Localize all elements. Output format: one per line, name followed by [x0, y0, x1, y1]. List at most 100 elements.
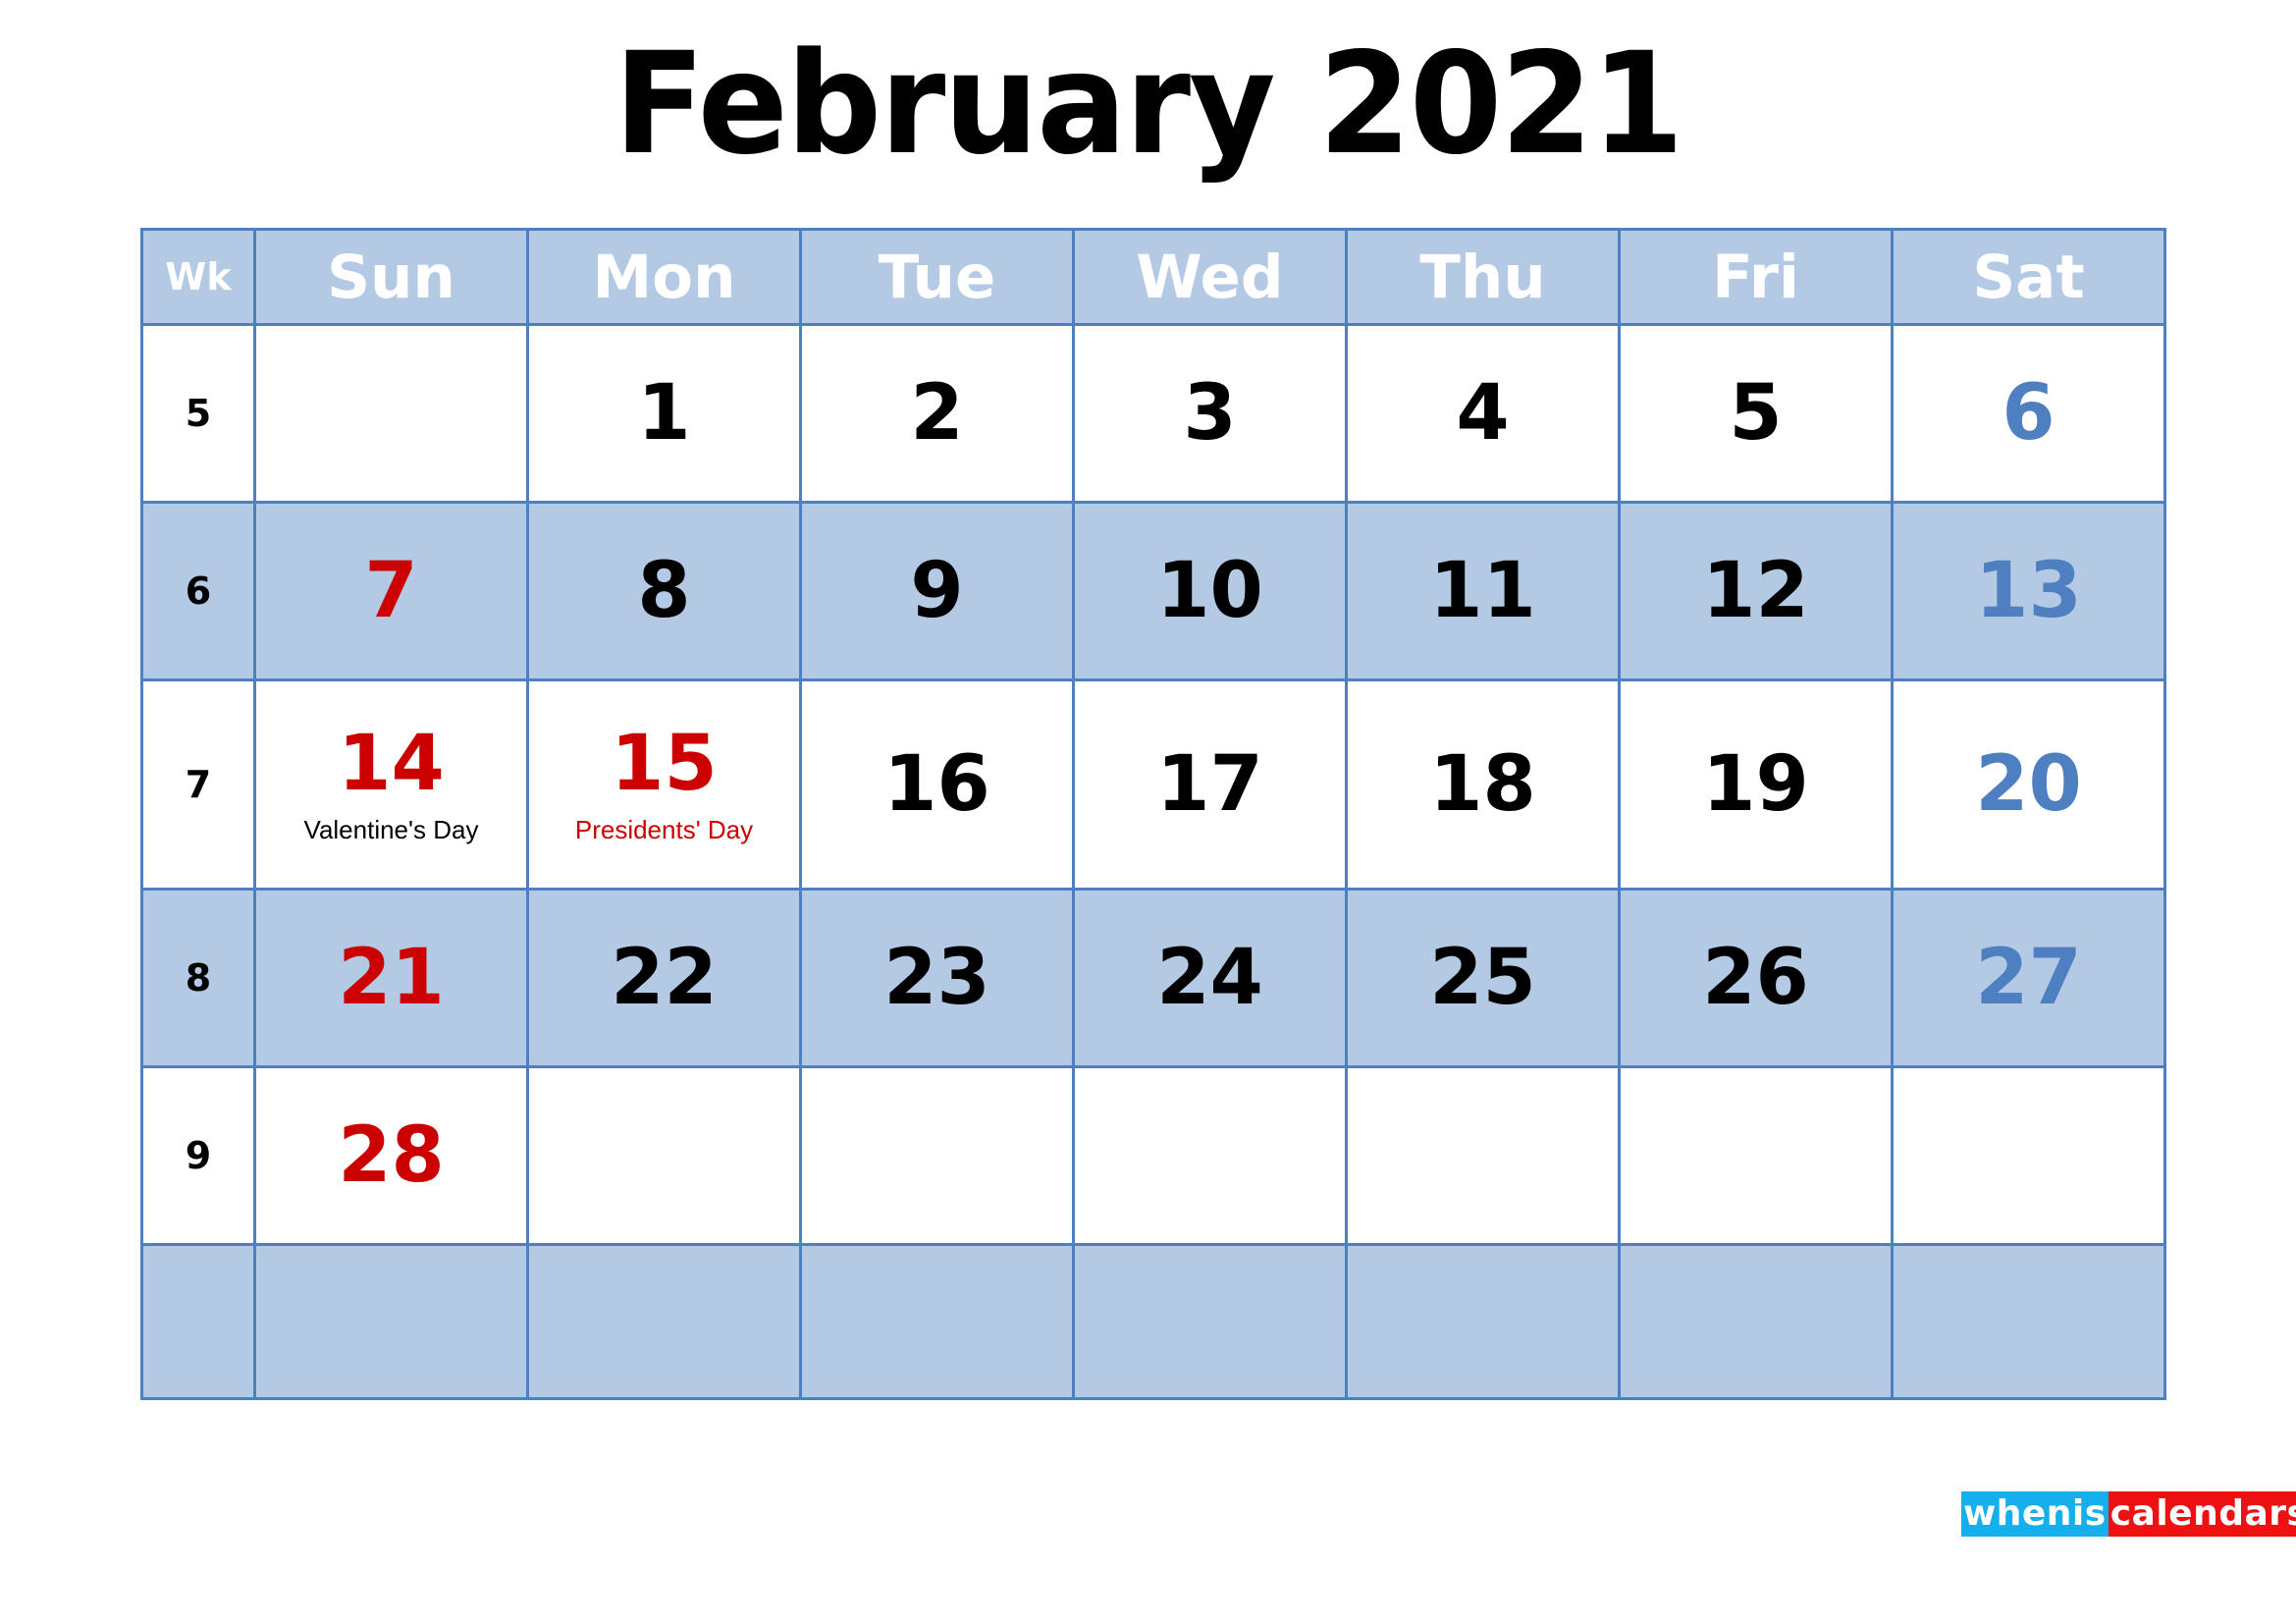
- day-number: 11: [1429, 547, 1536, 635]
- calendar-week-row: 8 21 22 23 24 25 26 27: [140, 888, 2166, 1068]
- day-cell-28[interactable]: 28: [253, 1065, 529, 1246]
- calendar-body: 5 1 2 3 4 5 6 6 7 8 9 10 11 12 13 7 14 Valentine's Day 15 P…: [140, 323, 2166, 1400]
- day-cell-1[interactable]: 1: [526, 323, 802, 504]
- day-number: 1: [637, 369, 691, 458]
- header-day-sun: Sun: [253, 228, 529, 326]
- day-cell-15[interactable]: 15 Presidents' Day: [526, 678, 802, 891]
- day-number: 3: [1183, 369, 1237, 458]
- day-number: 16: [883, 740, 990, 829]
- day-cell-2[interactable]: 2: [799, 323, 1075, 504]
- day-cell-7[interactable]: 7: [253, 501, 529, 681]
- day-number: 5: [1729, 369, 1783, 458]
- holiday-label: Presidents' Day: [574, 814, 754, 844]
- day-cell-19[interactable]: 19: [1618, 678, 1894, 891]
- day-cell-4[interactable]: 4: [1345, 323, 1621, 504]
- day-number: 20: [1975, 740, 2082, 829]
- week-number-cell: 5: [140, 323, 256, 504]
- header-day-mon: Mon: [526, 228, 802, 326]
- day-cell-6[interactable]: 6: [1891, 323, 2166, 504]
- day-cell-empty: [253, 323, 529, 504]
- day-cell-empty: [1345, 1065, 1621, 1246]
- week-number-cell: 6: [140, 501, 256, 681]
- day-cell-25[interactable]: 25: [1345, 888, 1621, 1068]
- day-number: 13: [1975, 547, 2082, 635]
- header-day-wed: Wed: [1072, 228, 1348, 326]
- day-number: 4: [1456, 369, 1510, 458]
- day-number: 25: [1429, 934, 1536, 1022]
- day-number: 14: [338, 719, 445, 808]
- day-cell-13[interactable]: 13: [1891, 501, 2166, 681]
- day-cell-21[interactable]: 21: [253, 888, 529, 1068]
- day-cell-26[interactable]: 26: [1618, 888, 1894, 1068]
- day-cell-empty: [799, 1065, 1075, 1246]
- header-day-thu: Thu: [1345, 228, 1621, 326]
- day-number: 17: [1156, 740, 1263, 829]
- day-cell-empty: [1345, 1243, 1621, 1400]
- day-number: 2: [910, 369, 964, 458]
- day-number: 22: [611, 934, 718, 1022]
- day-cell-16[interactable]: 16: [799, 678, 1075, 891]
- week-number-cell: 8: [140, 888, 256, 1068]
- calendar-week-row: 9 28: [140, 1065, 2166, 1246]
- calendar-week-row: 6 7 8 9 10 11 12 13: [140, 501, 2166, 681]
- day-cell-empty: [1072, 1065, 1348, 1246]
- day-cell-23[interactable]: 23: [799, 888, 1075, 1068]
- day-number: 8: [637, 547, 691, 635]
- calendar-week-row: [140, 1243, 2166, 1400]
- day-number: 26: [1702, 934, 1809, 1022]
- day-cell-24[interactable]: 24: [1072, 888, 1348, 1068]
- day-number: 18: [1429, 740, 1536, 829]
- calendar-week-row: 5 1 2 3 4 5 6: [140, 323, 2166, 504]
- header-day-sat: Sat: [1891, 228, 2166, 326]
- page-title: February 2021: [614, 22, 1683, 186]
- day-number: 21: [338, 934, 445, 1022]
- day-number: 28: [338, 1111, 445, 1200]
- watermark-part-calendars: calendars: [2108, 1491, 2296, 1537]
- holiday-label: Valentine's Day: [303, 814, 479, 844]
- calendar-page: February 2021 Wk Sun Mon Tue Wed Thu Fri Sat 5 1…: [0, 0, 2296, 1624]
- day-cell-20[interactable]: 20: [1891, 678, 2166, 891]
- day-cell-empty: [1072, 1243, 1348, 1400]
- day-number: 7: [364, 547, 418, 635]
- day-cell-empty: [1618, 1243, 1894, 1400]
- day-cell-empty: [1618, 1065, 1894, 1246]
- day-cell-9[interactable]: 9: [799, 501, 1075, 681]
- site-watermark[interactable]: wheniscalendars.com: [1961, 1491, 2296, 1537]
- day-cell-10[interactable]: 10: [1072, 501, 1348, 681]
- week-number-cell: 7: [140, 678, 256, 891]
- day-cell-11[interactable]: 11: [1345, 501, 1621, 681]
- day-cell-18[interactable]: 18: [1345, 678, 1621, 891]
- day-cell-14[interactable]: 14 Valentine's Day: [253, 678, 529, 891]
- day-cell-5[interactable]: 5: [1618, 323, 1894, 504]
- day-cell-empty: [1891, 1065, 2166, 1246]
- day-cell-empty: [526, 1065, 802, 1246]
- header-day-tue: Tue: [799, 228, 1075, 326]
- day-cell-empty: [526, 1243, 802, 1400]
- day-cell-empty: [1891, 1243, 2166, 1400]
- day-number: 6: [2002, 369, 2056, 458]
- day-number: 27: [1975, 934, 2082, 1022]
- day-cell-8[interactable]: 8: [526, 501, 802, 681]
- calendar-header-row: Wk Sun Mon Tue Wed Thu Fri Sat: [140, 228, 2166, 326]
- day-cell-17[interactable]: 17: [1072, 678, 1348, 891]
- watermark-part-whenis: whenis: [1961, 1491, 2109, 1537]
- day-cell-empty: [253, 1243, 529, 1400]
- day-number: 10: [1156, 547, 1263, 635]
- header-day-fri: Fri: [1618, 228, 1894, 326]
- day-number: 19: [1702, 740, 1809, 829]
- header-week-label: Wk: [140, 228, 256, 326]
- day-number: 24: [1156, 934, 1263, 1022]
- day-cell-empty: [799, 1243, 1075, 1400]
- day-number: 23: [883, 934, 990, 1022]
- day-number: 12: [1702, 547, 1809, 635]
- day-number: 15: [611, 719, 718, 808]
- calendar-grid: Wk Sun Mon Tue Wed Thu Fri Sat 5 1 2 3 4 5 6 6 7 8 9 10 11 1…: [140, 228, 2166, 1400]
- day-cell-22[interactable]: 22: [526, 888, 802, 1068]
- calendar-week-row: 7 14 Valentine's Day 15 Presidents' Day 16 17 1…: [140, 678, 2166, 891]
- week-number-cell: [140, 1243, 256, 1400]
- week-number-cell: 9: [140, 1065, 256, 1246]
- day-number: 9: [910, 547, 964, 635]
- day-cell-12[interactable]: 12: [1618, 501, 1894, 681]
- day-cell-3[interactable]: 3: [1072, 323, 1348, 504]
- day-cell-27[interactable]: 27: [1891, 888, 2166, 1068]
